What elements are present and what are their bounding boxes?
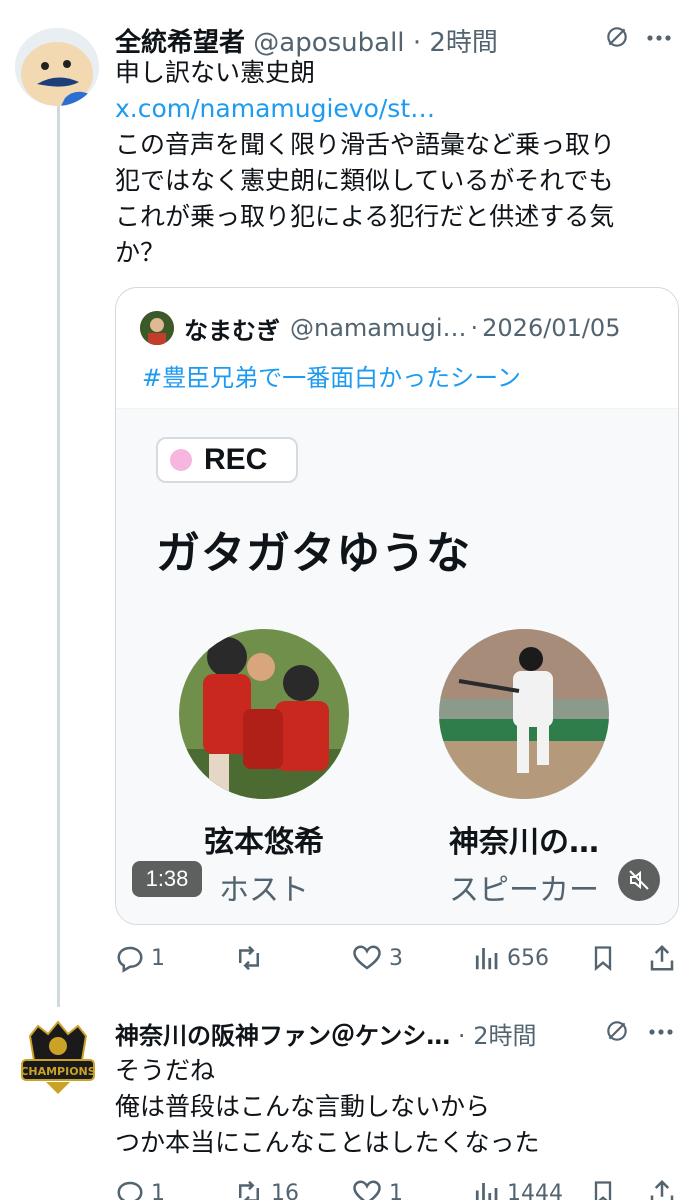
tweet1-body-line: 申し訳ない憲史朗 <box>115 58 316 87</box>
tweet1-header: 全統希望者 @aposuball · 2時間 <box>115 22 498 59</box>
space-recording-media[interactable]: REC ガタガタゆうな 弦本悠希 ホスト 神奈川の… スピーカー 1:38 <box>116 408 678 924</box>
speaker-role: スピーカー <box>449 873 599 908</box>
host-name: 弦本悠希 <box>204 825 324 860</box>
tweet1-link[interactable]: x.com/namamugievo/st… <box>115 92 435 126</box>
reply-button[interactable]: 1 <box>115 1176 165 1200</box>
views-count: 656 <box>507 945 549 971</box>
space-speaker: 神奈川の… スピーカー <box>432 629 616 909</box>
more-icon[interactable] <box>648 1028 674 1036</box>
like-count: 1 <box>389 1180 403 1200</box>
speaker-name: 神奈川の… <box>449 825 599 860</box>
quote-date: 2026/01/05 <box>482 314 621 342</box>
thread-connector-line <box>57 102 60 1007</box>
quote-dot-separator: · <box>470 314 479 342</box>
repost-count: 16 <box>271 1180 299 1200</box>
tweet2-display-name[interactable]: 神奈川の阪神ファン＠ケンシ… <box>115 1022 450 1050</box>
space-title: ガタガタゆうな <box>156 528 471 579</box>
quote-tweet-card[interactable]: なまむぎ @namamugi… · 2026/01/05 #豊臣兄弟で一番面白か… <box>115 287 679 925</box>
rec-dot-icon <box>170 449 192 471</box>
mute-icon[interactable] <box>618 859 660 901</box>
reply-icon <box>117 1181 143 1200</box>
tweet2-dot-separator: · <box>457 1022 466 1050</box>
tweet2-body-line: つか本当にこんなことはしたくなった <box>115 1128 540 1157</box>
rec-label: REC <box>204 443 268 476</box>
reply-button[interactable]: 1 <box>115 941 165 975</box>
more-icon[interactable] <box>646 34 672 42</box>
views-icon <box>475 948 498 970</box>
views-icon <box>475 1183 498 1200</box>
like-icon <box>353 945 381 970</box>
tweet2-time[interactable]: 2時間 <box>473 1022 536 1050</box>
repost-icon <box>239 1180 259 1200</box>
reply-icon <box>117 946 143 973</box>
tweet2-avatar[interactable]: CHAMPIONS <box>16 1016 100 1100</box>
tweet2-action-bar: 1 16 1 1444 <box>115 1176 681 1200</box>
tweet1-dot-separator: · <box>412 28 422 58</box>
tweet1-time[interactable]: 2時間 <box>429 28 498 58</box>
reply-count: 1 <box>151 945 165 971</box>
bookmark-icon <box>594 946 612 971</box>
tweet1-body-line: か？ <box>115 238 166 267</box>
like-button[interactable]: 1 <box>351 1176 403 1200</box>
speaker-avatar <box>439 629 609 799</box>
tweet1-display-name[interactable]: 全統希望者 <box>115 28 245 58</box>
tweet2-header: 神奈川の阪神ファン＠ケンシ… · 2時間 <box>115 1016 536 1051</box>
reply-count: 1 <box>151 1180 165 1200</box>
host-avatar <box>179 629 349 799</box>
quote-handle: @namamugi… <box>290 314 467 342</box>
share-icon <box>650 1179 674 1200</box>
share-button[interactable] <box>647 1176 683 1200</box>
grok-icon[interactable] <box>604 24 630 50</box>
tweet1-body-line: これが乗っ取り犯による犯行だと供述する気 <box>115 202 615 231</box>
views-count: 1444 <box>507 1180 563 1200</box>
tweet1-body-line: 犯ではなく憲史朗に類似しているがそれでも <box>115 166 614 195</box>
share-icon <box>650 944 674 971</box>
tweet1-avatar[interactable] <box>15 28 99 106</box>
like-icon <box>353 1180 381 1200</box>
views-button[interactable]: 1444 <box>471 1176 563 1200</box>
quote-display-name: なまむぎ <box>184 316 280 345</box>
quote-avatar <box>140 311 174 345</box>
duration-timer: 1:38 <box>132 861 202 897</box>
bookmark-button[interactable] <box>589 941 623 975</box>
repost-icon <box>239 945 259 971</box>
rec-badge: REC <box>156 437 298 483</box>
quote-hashtag[interactable]: #豊臣兄弟で一番面白かったシーン <box>142 358 521 393</box>
views-button[interactable]: 656 <box>471 941 549 975</box>
grok-icon[interactable] <box>604 1018 630 1044</box>
tweet1-body-line: この音声を聞く限り滑舌や語彙など乗っ取り <box>115 130 616 159</box>
svg-text:CHAMPIONS: CHAMPIONS <box>20 1065 95 1078</box>
quote-header: なまむぎ @namamugi… · 2026/01/05 <box>140 310 620 346</box>
repost-button[interactable]: 16 <box>233 1176 299 1200</box>
tweet1-action-bar: 1 3 656 <box>115 941 681 975</box>
share-button[interactable] <box>647 941 683 975</box>
like-count: 3 <box>389 945 403 971</box>
tweet1-handle[interactable]: @aposuball <box>253 28 404 58</box>
like-button[interactable]: 3 <box>351 941 403 975</box>
bookmark-icon <box>594 1181 612 1200</box>
tweet2-body-line: そうだね <box>115 1056 216 1085</box>
repost-button[interactable] <box>233 941 271 975</box>
tweet2-body-line: 俺は普段はこんな言動しないから <box>115 1092 491 1121</box>
bookmark-button[interactable] <box>589 1176 623 1200</box>
